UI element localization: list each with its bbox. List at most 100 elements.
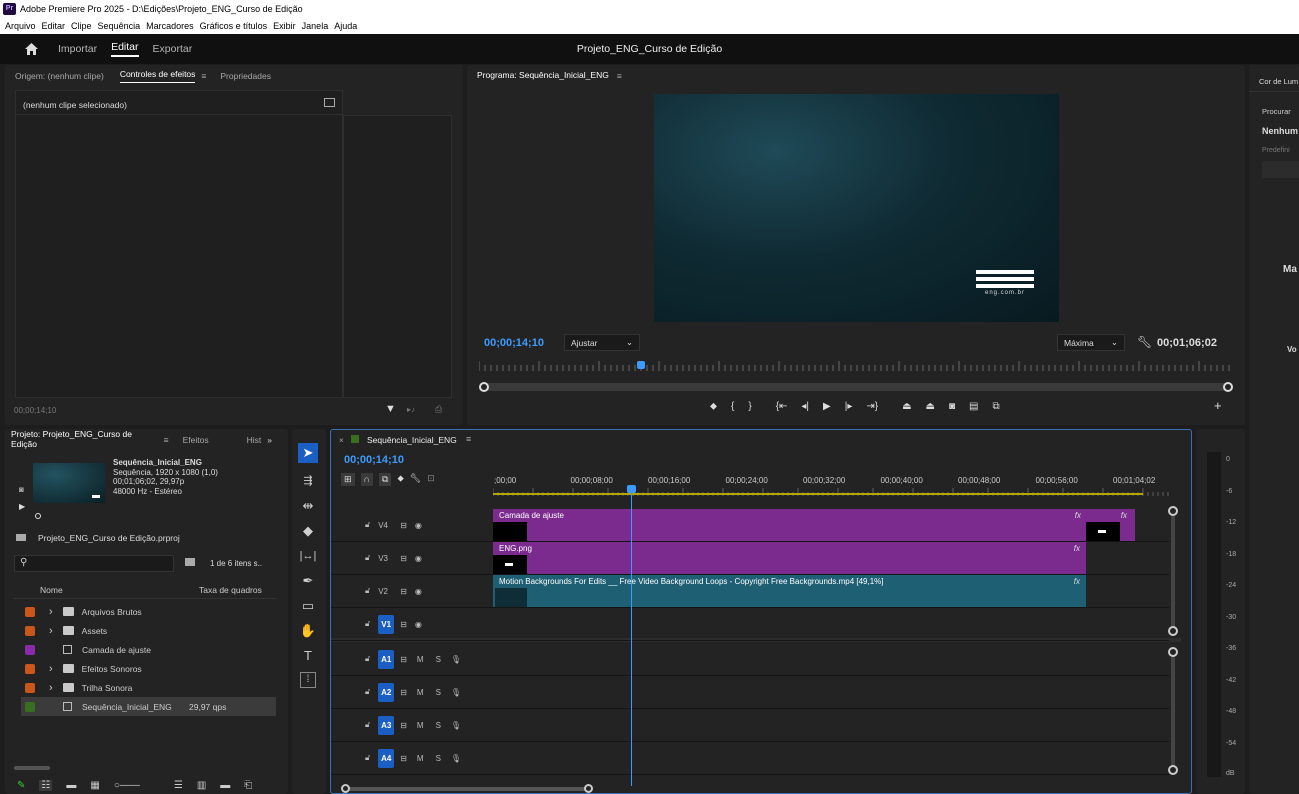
track-target-button[interactable]: A4 xyxy=(378,748,395,768)
mute-button[interactable]: M xyxy=(417,688,424,697)
lock-icon[interactable]: 🔓︎ xyxy=(365,720,370,730)
menu-sequencia[interactable]: Sequência xyxy=(98,18,141,34)
sort-icon[interactable]: ☰ xyxy=(174,780,183,791)
label-color-swatch[interactable] xyxy=(25,606,35,617)
panel-menu-icon[interactable]: ≡ xyxy=(201,71,206,81)
sync-lock-icon[interactable]: ⊟ xyxy=(400,688,407,697)
label-color-swatch[interactable] xyxy=(25,663,35,674)
new-bin-icon[interactable]: ▬ xyxy=(220,780,230,791)
filter-icon[interactable]: ▼ xyxy=(385,403,396,415)
tab-propriedades[interactable]: Propriedades xyxy=(220,71,271,81)
clip-adjustment-layer-tail[interactable]: fx xyxy=(1086,509,1135,541)
track-select-tool-icon[interactable]: ⇶ xyxy=(298,471,318,491)
comparison-icon[interactable]: ▤ xyxy=(969,401,978,412)
sync-lock-icon[interactable]: ⊟ xyxy=(400,655,407,664)
microphone-icon[interactable]: 🎙︎ xyxy=(451,688,461,697)
step-back-icon[interactable]: ◂| xyxy=(801,401,809,412)
track-label[interactable]: V2 xyxy=(378,587,394,596)
timeline-playhead[interactable] xyxy=(627,485,636,786)
sync-lock-icon[interactable]: ⊟ xyxy=(400,721,407,730)
tab-sequencia[interactable]: Sequência_Inicial_ENG xyxy=(367,435,457,445)
program-timecode[interactable]: 00;00;14;10 xyxy=(484,337,544,349)
project-item[interactable]: › Arquivos Brutos xyxy=(21,602,276,621)
eye-icon[interactable]: ◉ xyxy=(415,587,422,596)
go-to-out-icon[interactable]: ⇥} xyxy=(866,401,878,412)
linked-select-icon[interactable]: ⧉ xyxy=(379,473,392,486)
rectangle-tool-icon[interactable]: ▭ xyxy=(298,596,318,616)
mark-in-icon[interactable]: { xyxy=(731,401,734,412)
column-header-name[interactable]: Nome xyxy=(40,585,63,595)
mark-out-icon[interactable]: } xyxy=(748,401,751,412)
chevron-right-icon[interactable]: › xyxy=(49,682,53,694)
panel-toggle-icon[interactable] xyxy=(324,98,335,107)
zoom-slider-icon[interactable]: ○—— xyxy=(114,780,140,791)
solo-button[interactable]: S xyxy=(436,655,441,664)
play-icon[interactable]: ▶ xyxy=(823,401,831,412)
lock-icon[interactable]: 🔓︎ xyxy=(365,520,370,530)
mute-button[interactable]: M xyxy=(417,655,424,664)
close-tab-icon[interactable]: × xyxy=(339,436,344,445)
chevron-right-icon[interactable]: › xyxy=(49,625,53,637)
sync-lock-icon[interactable]: ⊟ xyxy=(400,620,407,629)
nav-exportar[interactable]: Exportar xyxy=(153,43,193,55)
nav-editar[interactable]: Editar xyxy=(111,41,139,57)
extract-icon[interactable]: ⏏ xyxy=(926,401,935,412)
pen-tool-icon[interactable]: ✒ xyxy=(298,571,318,591)
project-item[interactable]: Camada de ajuste xyxy=(21,640,276,659)
automate-icon[interactable]: ▥ xyxy=(197,780,206,791)
tab-efeitos[interactable]: Efeitos xyxy=(183,435,209,445)
project-item[interactable]: › Assets xyxy=(21,621,276,640)
label-color-swatch[interactable] xyxy=(25,625,35,636)
tab-origem[interactable]: Origem: (nenhum clipe) xyxy=(15,71,104,81)
selection-tool-icon[interactable]: ➤ xyxy=(298,443,318,463)
tab-projeto[interactable]: Projeto: Projeto_ENG_Curso de Edição xyxy=(11,429,158,452)
lock-icon[interactable]: 🔓︎ xyxy=(365,619,370,629)
hand-tool-icon[interactable]: ✋ xyxy=(298,621,318,641)
add-marker-icon[interactable]: ⬥ xyxy=(710,401,717,412)
audio-scrollbar[interactable] xyxy=(1168,647,1178,775)
lift-icon[interactable]: ⏏ xyxy=(902,401,911,412)
clip-motion-background[interactable]: Motion Backgrounds For Edits __ Free Vid… xyxy=(493,575,1086,607)
ripple-edit-tool-icon[interactable]: ⇹ xyxy=(298,496,318,516)
tab-hist[interactable]: Hist xyxy=(247,435,262,445)
freeform-view-icon[interactable]: ▦ xyxy=(90,780,99,791)
zoom-scrollbar[interactable] xyxy=(479,382,1233,392)
project-item[interactable]: Sequência_Inicial_ENG 29,97 qps xyxy=(21,697,276,716)
microphone-icon[interactable]: 🎙︎ xyxy=(451,655,461,664)
chevron-right-icon[interactable]: › xyxy=(49,606,53,618)
fit-dropdown[interactable]: Ajustar ⌄ xyxy=(564,334,640,351)
quality-dropdown[interactable]: Máxima ⌄ xyxy=(1057,334,1125,351)
project-search-input[interactable]: ⚲ xyxy=(14,555,174,572)
home-icon[interactable] xyxy=(25,43,38,55)
eye-icon[interactable]: ◉ xyxy=(415,554,422,563)
panel-menu-icon[interactable]: ≡ xyxy=(466,434,471,444)
marker-icon[interactable]: ⬥ xyxy=(397,473,403,486)
camera-icon[interactable]: ◙ xyxy=(949,401,955,412)
add-button-icon[interactable]: + xyxy=(1214,398,1222,413)
pencil-icon[interactable]: ✎ xyxy=(17,780,25,791)
more-tabs-icon[interactable]: » xyxy=(267,435,272,445)
lock-icon[interactable]: 🔓︎ xyxy=(365,586,370,596)
eye-icon[interactable]: ◉ xyxy=(415,620,422,629)
captions-icon[interactable]: ⊡ xyxy=(427,473,435,486)
chevron-right-icon[interactable]: › xyxy=(49,663,53,675)
work-area-bar[interactable] xyxy=(493,493,1143,495)
go-to-in-icon[interactable]: {⇤ xyxy=(776,401,788,412)
clip-adjustment-layer[interactable]: Camada de ajuste fx xyxy=(493,509,1087,541)
panel-menu-icon[interactable]: ≡ xyxy=(164,435,169,445)
program-time-ruler[interactable] xyxy=(479,361,1233,373)
sync-lock-icon[interactable]: ⊟ xyxy=(400,521,407,530)
project-scrollbar[interactable] xyxy=(14,766,50,770)
sync-lock-icon[interactable]: ⊟ xyxy=(400,587,407,596)
nav-importar[interactable]: Importar xyxy=(58,43,97,55)
sync-lock-icon[interactable]: ⊟ xyxy=(400,554,407,563)
poster-frame-icon[interactable]: ◙ xyxy=(19,485,24,494)
mute-button[interactable]: M xyxy=(417,721,424,730)
play-audio-icon[interactable]: ▸♪ xyxy=(407,405,415,414)
clip-eng-png[interactable]: ENG.png fx xyxy=(493,542,1086,574)
new-item-icon[interactable]: ⎗ xyxy=(244,780,252,791)
playhead-marker[interactable] xyxy=(637,361,645,369)
razor-tool-icon[interactable]: ◆ xyxy=(298,521,318,541)
project-item[interactable]: › Trilha Sonora xyxy=(21,678,276,697)
menu-graficos[interactable]: Gráficos e títulos xyxy=(200,18,268,34)
